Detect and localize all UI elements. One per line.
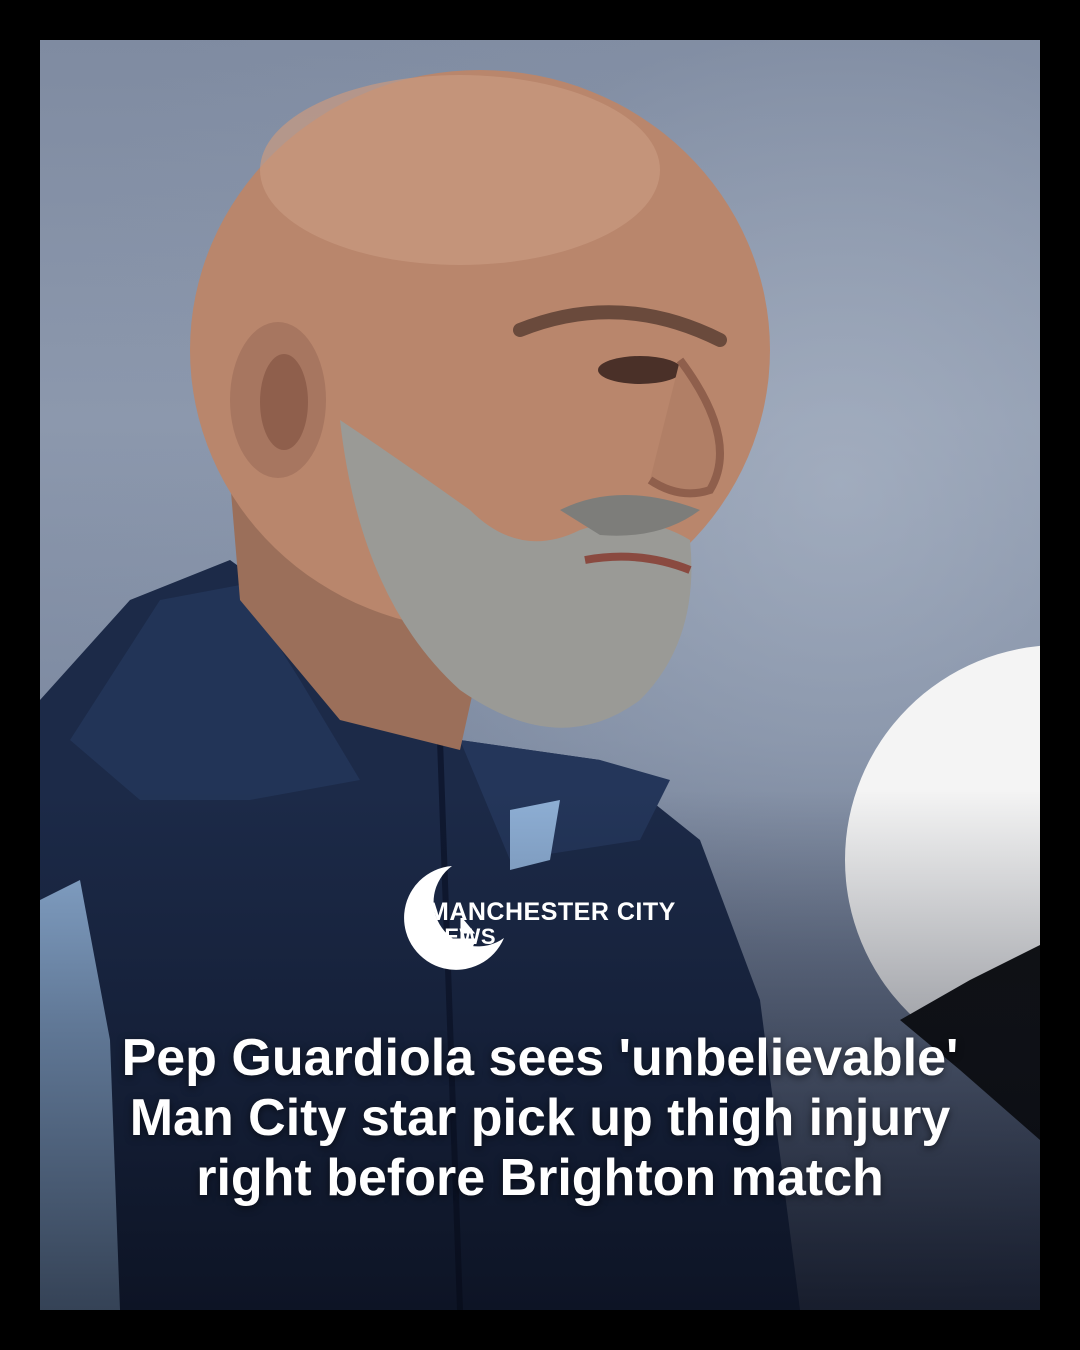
logo-text-news: NEWS [428,924,496,949]
post-image-frame: MANCHESTER CITY NEWS Pep Guardiola sees … [40,40,1040,1310]
manchester-city-news-logo: MANCHESTER CITY NEWS [392,858,712,998]
scalp-highlight [260,75,660,265]
eye [598,356,682,384]
ear-inner [260,354,308,450]
logo-text-manchester-city: MANCHESTER CITY [428,898,676,926]
headline: Pep Guardiola sees 'unbelievable' Man Ci… [121,1029,959,1207]
